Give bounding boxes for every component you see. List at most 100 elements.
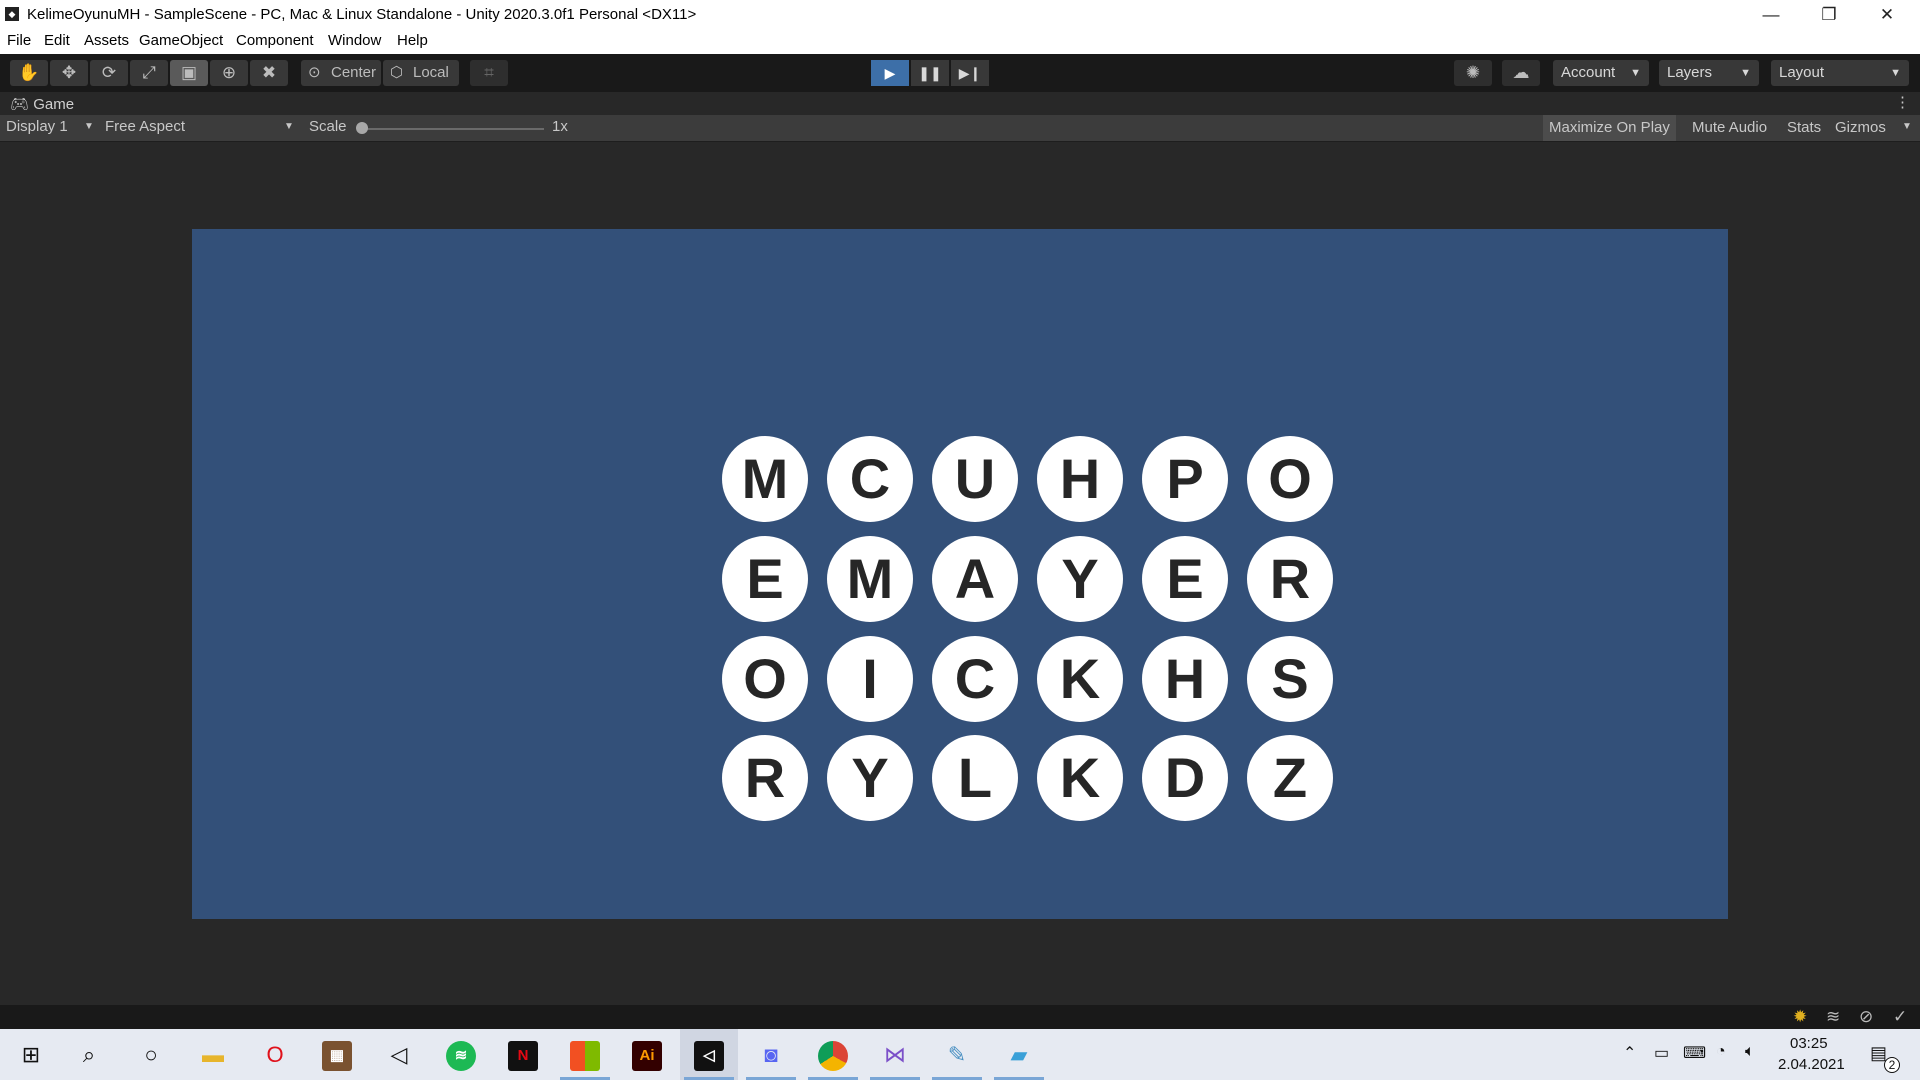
paint-icon[interactable]: ✎	[928, 1029, 986, 1080]
menu-assets[interactable]: Assets	[84, 32, 129, 49]
input-icon[interactable]: ⌨	[1683, 1043, 1706, 1063]
bug-icon[interactable]: ✹	[1793, 1007, 1807, 1027]
letter-tile[interactable]: M	[722, 436, 808, 522]
netflix-icon[interactable]: N	[494, 1029, 552, 1080]
hand-tool-icon[interactable]: ✋	[10, 60, 48, 86]
aspect-dropdown[interactable]: Free Aspect	[105, 118, 185, 135]
letter-tile[interactable]: A	[932, 536, 1018, 622]
letter-tile[interactable]: C	[827, 436, 913, 522]
game-app-icon[interactable]: ▦	[308, 1029, 366, 1080]
chevron-down-icon: ▼	[1740, 67, 1751, 79]
letter-tile[interactable]: U	[932, 436, 1018, 522]
play-button[interactable]: ▶	[871, 60, 909, 86]
move-tool-icon[interactable]: ✥	[50, 60, 88, 86]
grid-snap-icon[interactable]: ⌗	[470, 60, 508, 86]
discord-icon[interactable]: ◙	[742, 1029, 800, 1080]
windows-taskbar: ⊞ ⌕ ○ ▬ O ▦ ◁ ≋ N Ai ◁ ◙ ⋈ ✎ ▰ ⌃ ▭ ⌨ ◔ 🔈…	[0, 1029, 1920, 1080]
layout-dropdown[interactable]: Layout ▼	[1771, 60, 1909, 86]
step-button[interactable]: ▶❙	[951, 60, 989, 86]
pivot-center-label: Center	[331, 64, 377, 81]
cache-server-icon[interactable]: ≋	[1826, 1007, 1840, 1027]
menu-help[interactable]: Help	[397, 32, 428, 49]
meet-now-icon[interactable]: ▭	[1654, 1043, 1669, 1063]
custom-tool-icon[interactable]: ✖	[250, 60, 288, 86]
opera-icon[interactable]: O	[246, 1029, 304, 1080]
visual-studio-icon[interactable]: ⋈	[866, 1029, 924, 1080]
letter-tile[interactable]: S	[1247, 636, 1333, 722]
tray-expand-icon[interactable]: ⌃	[1623, 1043, 1636, 1063]
clock-date[interactable]: 2.04.2021	[1778, 1056, 1845, 1073]
search-icon[interactable]: ⌕	[60, 1029, 118, 1080]
menu-file[interactable]: File	[7, 32, 31, 49]
scale-tool-icon[interactable]: ⤢	[130, 60, 168, 86]
menu-window[interactable]: Window	[328, 32, 381, 49]
maximize-on-play-toggle[interactable]: Maximize On Play	[1543, 115, 1676, 141]
letter-tile[interactable]: K	[1037, 735, 1123, 821]
pause-button[interactable]: ❚❚	[911, 60, 949, 86]
file-explorer-icon[interactable]: ▬	[184, 1029, 242, 1080]
auto-generate-lighting-icon[interactable]: ⊘	[1859, 1007, 1873, 1027]
kebab-menu-icon[interactable]: ⋮	[1895, 93, 1910, 111]
menu-gameobject[interactable]: GameObject	[139, 32, 223, 49]
letter-tile[interactable]: H	[1037, 436, 1123, 522]
cloud-icon[interactable]: ☁	[1502, 60, 1540, 86]
letter-tile[interactable]: L	[932, 735, 1018, 821]
game-view[interactable]: M C U H P O E M A Y E R O I C K H S R Y …	[192, 229, 1728, 919]
pivot-local-toggle[interactable]: ⬡ Local	[383, 60, 459, 86]
chevron-down-icon[interactable]: ▼	[1902, 121, 1912, 132]
cortana-icon[interactable]: ○	[122, 1029, 180, 1080]
letter-tile[interactable]: H	[1142, 636, 1228, 722]
layout-label: Layout	[1779, 64, 1825, 81]
progress-check-icon[interactable]: ✓	[1893, 1007, 1907, 1027]
pivot-local-label: Local	[413, 64, 449, 81]
rect-tool-icon[interactable]: ▣	[170, 60, 208, 86]
stats-toggle[interactable]: Stats	[1781, 115, 1827, 141]
close-button[interactable]: ✕	[1858, 0, 1916, 29]
unity-icon[interactable]: ◁	[680, 1029, 738, 1080]
notification-count-badge: 2	[1884, 1057, 1900, 1073]
account-dropdown[interactable]: Account ▼	[1553, 60, 1649, 86]
tab-game[interactable]: 🎮︎ Game	[10, 95, 74, 113]
volume-icon[interactable]: 🔈︎	[1745, 1043, 1755, 1061]
restore-button[interactable]: ❐	[1800, 0, 1858, 29]
wifi-icon[interactable]: ◔	[1716, 1043, 1726, 1061]
windows-start-icon[interactable]: ⊞	[2, 1029, 60, 1080]
letter-tile[interactable]: D	[1142, 735, 1228, 821]
gizmos-toggle[interactable]: Gizmos	[1829, 115, 1892, 141]
collab-icon[interactable]: ✺	[1454, 60, 1492, 86]
minimize-button[interactable]: —	[1742, 0, 1800, 29]
clock-time[interactable]: 03:25	[1790, 1035, 1828, 1052]
scale-value: 1x	[552, 118, 568, 135]
store-icon[interactable]	[556, 1029, 614, 1080]
scale-slider-thumb[interactable]	[356, 122, 368, 134]
illustrator-icon[interactable]: Ai	[618, 1029, 676, 1080]
layers-dropdown[interactable]: Layers ▼	[1659, 60, 1759, 86]
letter-tile[interactable]: P	[1142, 436, 1228, 522]
chrome-icon[interactable]	[804, 1029, 862, 1080]
letter-tile[interactable]: Z	[1247, 735, 1333, 821]
letter-tile[interactable]: Y	[827, 735, 913, 821]
notepad-icon[interactable]: ▰	[990, 1029, 1048, 1080]
unity-hub-icon[interactable]: ◁	[370, 1029, 428, 1080]
menu-edit[interactable]: Edit	[44, 32, 70, 49]
transform-tool-icon[interactable]: ⊕	[210, 60, 248, 86]
letter-tile[interactable]: K	[1037, 636, 1123, 722]
menu-component[interactable]: Component	[236, 32, 314, 49]
display-dropdown[interactable]: Display 1	[6, 118, 68, 135]
letter-tile[interactable]: E	[722, 536, 808, 622]
pivot-center-toggle[interactable]: ⊙ Center	[301, 60, 381, 86]
letter-tile[interactable]: E	[1142, 536, 1228, 622]
game-view-controls: Display 1 ▼ Free Aspect ▼ Scale 1x Maxim…	[0, 115, 1920, 142]
letter-tile[interactable]: Y	[1037, 536, 1123, 622]
letter-tile[interactable]: R	[722, 735, 808, 821]
letter-tile[interactable]: I	[827, 636, 913, 722]
rotate-tool-icon[interactable]: ⟳	[90, 60, 128, 86]
letter-tile[interactable]: R	[1247, 536, 1333, 622]
letter-tile[interactable]: O	[1247, 436, 1333, 522]
mute-audio-toggle[interactable]: Mute Audio	[1686, 115, 1773, 141]
spotify-icon[interactable]: ≋	[432, 1029, 490, 1080]
letter-tile[interactable]: C	[932, 636, 1018, 722]
letter-tile[interactable]: M	[827, 536, 913, 622]
letter-tile[interactable]: O	[722, 636, 808, 722]
scale-slider-track[interactable]	[361, 128, 544, 130]
